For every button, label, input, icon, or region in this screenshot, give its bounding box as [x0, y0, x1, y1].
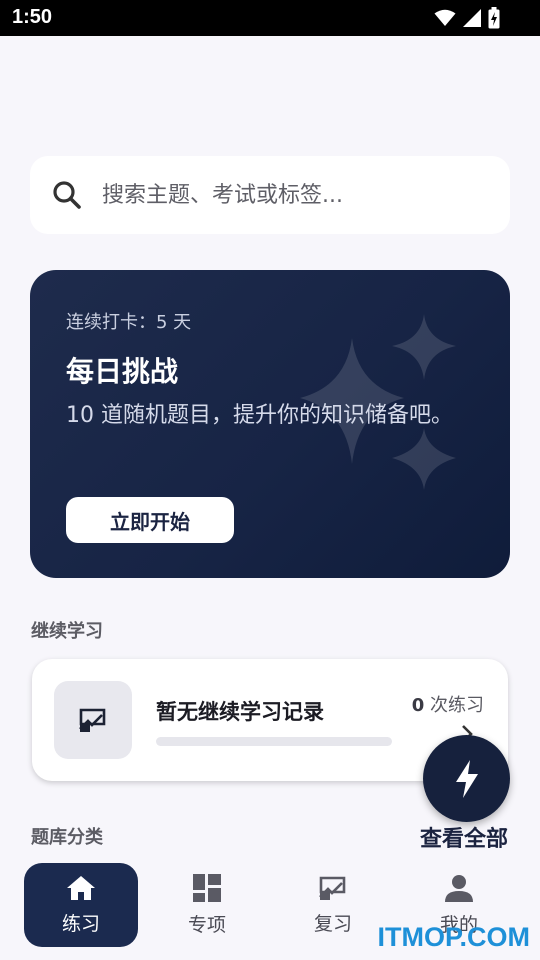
continue-title: 暂无继续学习记录 — [156, 700, 324, 724]
status-icons — [434, 6, 500, 30]
battery-icon — [488, 7, 500, 29]
daily-challenge-card: 连续打卡：5 天 每日挑战 10 道随机题目，提升你的知识储备吧。 立即开始 — [30, 270, 510, 578]
search-input[interactable] — [102, 176, 492, 214]
nav-label-practice: 练习 — [61, 912, 100, 935]
search-icon — [53, 181, 81, 209]
wifi-icon — [434, 9, 456, 26]
grid-icon — [193, 873, 221, 902]
streak-text: 连续打卡：5 天 — [66, 312, 192, 333]
continue-learning-label: 继续学习 — [31, 621, 103, 642]
nav-label-topics: 专项 — [187, 913, 226, 936]
status-bar: 1:50 — [0, 0, 540, 36]
search-bar[interactable] — [30, 156, 510, 234]
practice-count: 0 次练习 — [412, 691, 484, 717]
daily-challenge-title: 每日挑战 — [66, 355, 179, 388]
continue-progress-bar — [156, 737, 392, 746]
start-now-button[interactable]: 立即开始 — [66, 497, 234, 543]
quick-practice-fab[interactable] — [423, 735, 510, 822]
nav-label-review: 复习 — [313, 912, 352, 935]
review-icon — [79, 708, 106, 732]
nav-item-review[interactable]: 复习 — [276, 863, 390, 947]
question-bank-label: 题库分类 — [31, 827, 103, 848]
practice-count-unit: 次练习 — [430, 695, 484, 716]
nav-item-practice[interactable]: 练习 — [24, 863, 138, 947]
continue-thumbnail — [54, 681, 132, 759]
daily-challenge-description: 10 道随机题目，提升你的知识储备吧。 — [66, 403, 453, 428]
nav-item-topics[interactable]: 专项 — [150, 863, 264, 947]
practice-count-number: 0 — [411, 695, 425, 716]
home-icon — [67, 875, 95, 900]
watermark: ITMOP.COM — [377, 922, 530, 952]
status-time: 1:50 — [12, 6, 53, 28]
lightning-icon — [455, 759, 478, 798]
review-icon — [319, 876, 346, 900]
person-icon — [445, 874, 473, 902]
signal-icon — [463, 9, 481, 27]
